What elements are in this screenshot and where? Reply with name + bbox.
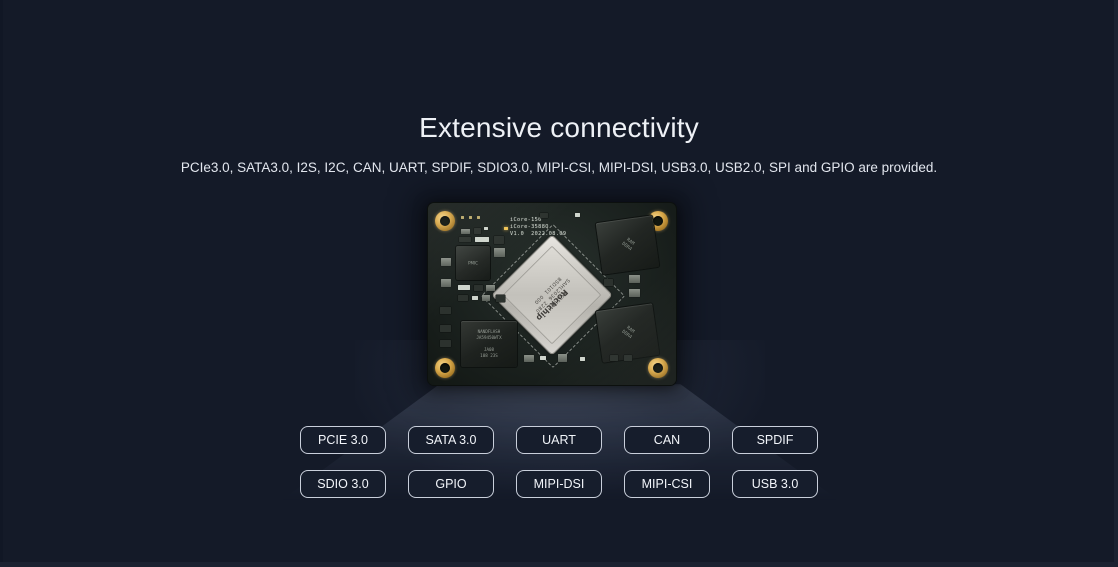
pcb-sheen-overlay bbox=[428, 203, 676, 385]
tag-spdif[interactable]: SPDIF bbox=[732, 426, 818, 454]
page-title: Extensive connectivity bbox=[419, 111, 699, 143]
board-image: RK3588M SAHL2036 2280 BSD101 000 Rockchi… bbox=[414, 193, 690, 397]
tag-pcie-3-0[interactable]: PCIE 3.0 bbox=[300, 426, 386, 454]
connectivity-tag-row-1: PCIE 3.0 SATA 3.0 UART CAN SPDIF bbox=[0, 426, 1118, 454]
page-subtitle: PCIe3.0, SATA3.0, I2S, I2C, CAN, UART, S… bbox=[180, 159, 938, 175]
tag-sdio-3-0[interactable]: SDIO 3.0 bbox=[300, 470, 386, 498]
tag-can[interactable]: CAN bbox=[624, 426, 710, 454]
tag-gpio[interactable]: GPIO bbox=[408, 470, 494, 498]
tag-uart[interactable]: UART bbox=[516, 426, 602, 454]
pcb-substrate: RK3588M SAHL2036 2280 BSD101 000 Rockchi… bbox=[428, 203, 676, 385]
connectivity-section: Extensive connectivity PCIe3.0, SATA3.0,… bbox=[0, 0, 1118, 567]
connectivity-tag-list: PCIE 3.0 SATA 3.0 UART CAN SPDIF SDIO 3.… bbox=[0, 426, 1118, 514]
tag-mipi-csi[interactable]: MIPI-CSI bbox=[624, 470, 710, 498]
tag-mipi-dsi[interactable]: MIPI-DSI bbox=[516, 470, 602, 498]
tag-sata-3-0[interactable]: SATA 3.0 bbox=[408, 426, 494, 454]
connectivity-tag-row-2: SDIO 3.0 GPIO MIPI-DSI MIPI-CSI USB 3.0 bbox=[0, 470, 1118, 498]
tag-usb-3-0[interactable]: USB 3.0 bbox=[732, 470, 818, 498]
frame-edge-bottom bbox=[0, 562, 1118, 567]
